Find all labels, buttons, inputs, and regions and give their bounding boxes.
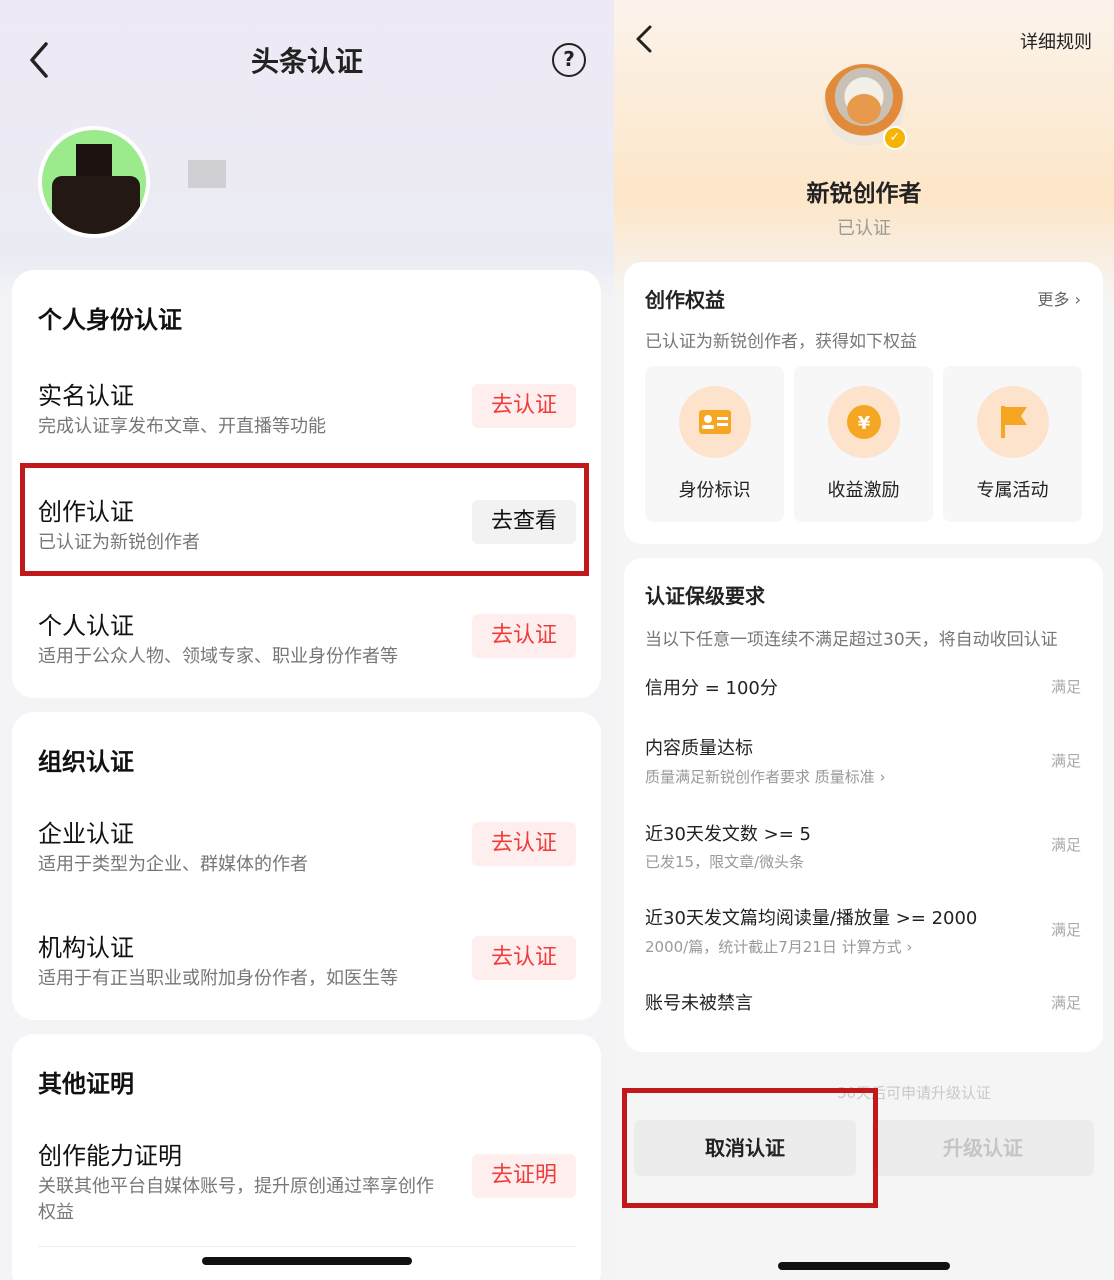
verified-badge-icon: ✓: [883, 126, 907, 150]
item-title: 机构认证: [38, 934, 134, 962]
item-desc: 完成认证享发布文章、开直播等功能: [38, 416, 326, 437]
req-state: 满足: [1050, 678, 1081, 696]
highlight-box: [20, 463, 589, 576]
detailed-rules-link[interactable]: 详细规则: [1020, 28, 1092, 54]
item-title: 企业认证: [38, 820, 134, 848]
benefit-events[interactable]: 专属活动: [943, 366, 1082, 522]
benefit-label: 专属活动: [976, 480, 1049, 501]
back-icon[interactable]: [634, 24, 656, 54]
divider: [38, 1246, 576, 1247]
benefits-card: 创作权益 更多 › 已认证为新锐创作者，获得如下权益 身份标识 ¥ 收益激励 专…: [624, 262, 1103, 544]
home-indicator: [778, 1262, 950, 1270]
requirements-title: 认证保级要求: [645, 584, 765, 608]
ability-proof-button[interactable]: 去证明: [472, 1154, 576, 1198]
req-title: 信用分 = 100分: [645, 678, 778, 699]
enterprise-cert-button[interactable]: 去认证: [472, 822, 576, 866]
req-title: 近30天发文数 >= 5: [645, 824, 811, 845]
personal-cert-button[interactable]: 去认证: [472, 614, 576, 658]
upgrade-cert-button[interactable]: 升级认证: [872, 1120, 1094, 1176]
req-title: 近30天发文篇均阅读量/播放量 >= 2000: [645, 908, 978, 929]
highlight-box: [622, 1088, 878, 1208]
institution-cert-button[interactable]: 去认证: [472, 936, 576, 980]
benefits-more-link[interactable]: 更多 ›: [1038, 286, 1082, 310]
section-title: 其他证明: [38, 1070, 134, 1098]
req-sub[interactable]: 2000/篇，统计截止7月21日 计算方式 ›: [645, 936, 912, 957]
benefit-identity[interactable]: 身份标识: [645, 366, 784, 522]
username-redacted: [188, 160, 226, 188]
section-title: 组织认证: [38, 748, 134, 776]
right-panel: 详细规则 ✓ 新锐创作者 已认证 创作权益 更多 › 已认证为新锐创作者，获得如…: [614, 0, 1114, 1280]
realname-cert-button[interactable]: 去认证: [472, 384, 576, 428]
creator-level-name: 新锐创作者: [806, 181, 922, 207]
requirements-card: 认证保级要求 当以下任意一项连续不满足超过30天，将自动收回认证 信用分 = 1…: [624, 558, 1103, 1052]
page-title: 头条认证: [250, 45, 363, 78]
req-state: 满足: [1050, 994, 1081, 1012]
other-proof-card: 其他证明 创作能力证明 关联其他平台自媒体账号，提升原创通过率享创作权益 去证明: [12, 1034, 601, 1280]
req-state: 满足: [1050, 752, 1081, 770]
item-desc: 适用于有正当职业或附加身份作者，如医生等: [38, 968, 398, 989]
req-state: 满足: [1050, 836, 1081, 854]
requirements-subtitle: 当以下任意一项连续不满足超过30天，将自动收回认证: [645, 630, 1058, 650]
svg-text:¥: ¥: [858, 413, 871, 434]
item-desc: 适用于类型为企业、群媒体的作者: [38, 854, 308, 875]
item-title: 创作能力证明: [38, 1142, 182, 1170]
cert-status: 已认证: [837, 218, 891, 239]
org-cert-card: 组织认证 企业认证 适用于类型为企业、群媒体的作者 去认证 机构认证 适用于有正…: [12, 712, 601, 1020]
item-title: 个人认证: [38, 612, 134, 640]
yuan-coin-icon: ¥: [847, 405, 881, 439]
benefit-label: 身份标识: [678, 480, 751, 501]
req-title: 内容质量达标: [645, 738, 753, 759]
home-indicator: [202, 1257, 412, 1265]
avatar[interactable]: [38, 126, 150, 238]
help-icon[interactable]: ?: [552, 43, 586, 77]
req-sub: 已发15，限文章/微头条: [645, 853, 805, 871]
item-title: 实名认证: [38, 382, 134, 410]
id-card-icon: [699, 410, 731, 434]
item-desc: 关联其他平台自媒体账号，提升原创通过率享创作权益: [38, 1176, 434, 1223]
benefits-subtitle: 已认证为新锐创作者，获得如下权益: [645, 332, 917, 352]
benefit-label: 收益激励: [827, 480, 900, 501]
item-desc: 适用于公众人物、领域专家、职业身份作者等: [38, 646, 398, 667]
req-state: 满足: [1050, 921, 1081, 939]
benefit-income[interactable]: ¥ 收益激励: [794, 366, 933, 522]
section-title: 个人身份认证: [38, 306, 182, 334]
left-panel: 头条认证 ? 个人身份认证 实名认证 完成认证享发布文章、开直播等功能 去认证 …: [0, 0, 614, 1280]
req-sub[interactable]: 质量满足新锐创作者要求 质量标准 ›: [645, 766, 886, 787]
req-title: 账号未被禁言: [645, 993, 753, 1014]
flag-icon: [1001, 406, 1027, 438]
benefits-title: 创作权益: [645, 288, 725, 312]
